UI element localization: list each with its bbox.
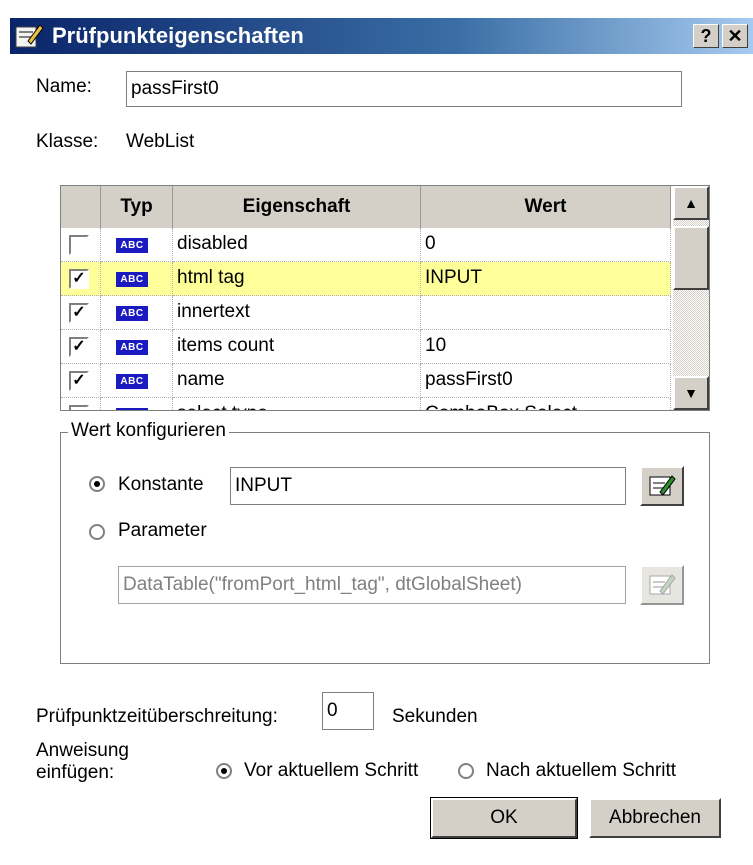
row-checkbox[interactable]: ✓: [69, 303, 89, 323]
titlebar-strip[interactable]: Prüfpunkteigenschaften ? ✕: [10, 18, 753, 54]
row-checkbox[interactable]: ✓: [69, 337, 89, 357]
header-value[interactable]: Wert: [421, 186, 671, 228]
property-cell[interactable]: html tag: [173, 262, 421, 296]
edit-icon: [649, 574, 676, 595]
close-button[interactable]: ✕: [722, 24, 748, 48]
insert-after-label[interactable]: Nach aktuellem Schritt: [486, 760, 676, 782]
header-check-column: [61, 186, 101, 228]
parameter-label[interactable]: Parameter: [118, 520, 207, 542]
value-cell[interactable]: ComboBox Select: [421, 398, 671, 410]
string-type-icon: ABC: [116, 374, 148, 389]
check-cell: [61, 228, 101, 262]
check-cell: ✓: [61, 262, 101, 296]
grid-scrollbar[interactable]: ▲ ▼: [673, 186, 709, 410]
value-cell[interactable]: 10: [421, 330, 671, 364]
insert-before-radio[interactable]: [216, 763, 232, 779]
property-cell[interactable]: select type: [173, 398, 421, 410]
insert-label-line1: Anweisung: [36, 740, 129, 761]
timeout-unit: Sekunden: [392, 706, 478, 727]
constant-radio[interactable]: [89, 476, 105, 492]
property-grid[interactable]: Typ Eigenschaft Wert ABC disabled 0 ✓ ABC htm…: [60, 185, 710, 411]
parameter-radio[interactable]: [89, 524, 105, 540]
properties-icon: [14, 21, 44, 51]
scroll-down-button[interactable]: ▼: [673, 376, 709, 410]
check-cell: [61, 398, 101, 410]
name-label: Name:: [36, 76, 92, 97]
table-row[interactable]: ✓ ABC name passFirst0: [61, 364, 671, 398]
help-button[interactable]: ?: [693, 24, 719, 48]
table-row[interactable]: ABC select typeComboBox Select: [61, 398, 671, 410]
edit-icon: [649, 475, 676, 496]
constant-input[interactable]: INPUT: [230, 467, 626, 505]
table-row[interactable]: ✓ ABC innertext: [61, 296, 671, 330]
check-cell: ✓: [61, 364, 101, 398]
header-property[interactable]: Eigenschaft: [173, 186, 421, 228]
timeout-input[interactable]: 0: [322, 692, 374, 730]
value-cell[interactable]: 0: [421, 228, 671, 262]
ok-button[interactable]: OK: [430, 797, 578, 839]
edit-constant-button[interactable]: [640, 466, 684, 506]
timeout-label: Prüfpunktzeitüberschreitung:: [36, 706, 278, 727]
check-cell: ✓: [61, 330, 101, 364]
string-type-icon: ABC: [116, 272, 148, 287]
row-checkbox[interactable]: ✓: [69, 371, 89, 391]
string-type-icon: ABC: [116, 306, 148, 321]
value-config-title: Wert konfigurieren: [68, 420, 229, 442]
row-checkbox[interactable]: [69, 235, 89, 255]
table-row[interactable]: ✓ ABC items count 10: [61, 330, 671, 364]
check-cell: ✓: [61, 296, 101, 330]
dialog-titlebar: Prüfpunkteigenschaften ? ✕: [0, 0, 753, 58]
row-checkbox[interactable]: [69, 405, 89, 410]
insert-before-label[interactable]: Vor aktuellem Schritt: [244, 760, 418, 782]
string-type-icon: ABC: [116, 238, 148, 253]
class-value: WebList: [126, 131, 195, 152]
insert-label: Anweisung einfügen:: [36, 740, 129, 784]
cancel-button[interactable]: Abbrechen: [589, 798, 721, 838]
name-input[interactable]: passFirst0: [126, 71, 682, 107]
property-cell[interactable]: innertext: [173, 296, 421, 330]
property-cell[interactable]: disabled: [173, 228, 421, 262]
value-cell[interactable]: [421, 296, 671, 330]
scroll-thumb[interactable]: [673, 226, 709, 290]
table-row[interactable]: ✓ ABC html tag INPUT: [61, 262, 671, 296]
parameter-input: DataTable("fromPort_html_tag", dtGlobalS…: [118, 566, 626, 604]
dialog-title: Prüfpunkteigenschaften: [52, 23, 304, 48]
string-type-icon: ABC: [116, 340, 148, 355]
row-checkbox[interactable]: ✓: [69, 269, 89, 289]
value-cell[interactable]: passFirst0: [421, 364, 671, 398]
constant-label[interactable]: Konstante: [118, 474, 204, 496]
grid-header: Typ Eigenschaft Wert: [61, 186, 671, 228]
insert-after-radio[interactable]: [458, 763, 474, 779]
string-type-icon: ABC: [116, 408, 148, 410]
insert-label-line2: einfügen:: [36, 762, 115, 783]
scroll-up-button[interactable]: ▲: [673, 186, 709, 220]
class-label: Klasse:: [36, 131, 99, 152]
edit-parameter-button: [640, 565, 684, 605]
value-cell[interactable]: INPUT: [421, 262, 671, 296]
table-row[interactable]: ABC disabled 0: [61, 228, 671, 262]
property-cell[interactable]: items count: [173, 330, 421, 364]
header-type[interactable]: Typ: [101, 186, 173, 228]
property-cell[interactable]: name: [173, 364, 421, 398]
